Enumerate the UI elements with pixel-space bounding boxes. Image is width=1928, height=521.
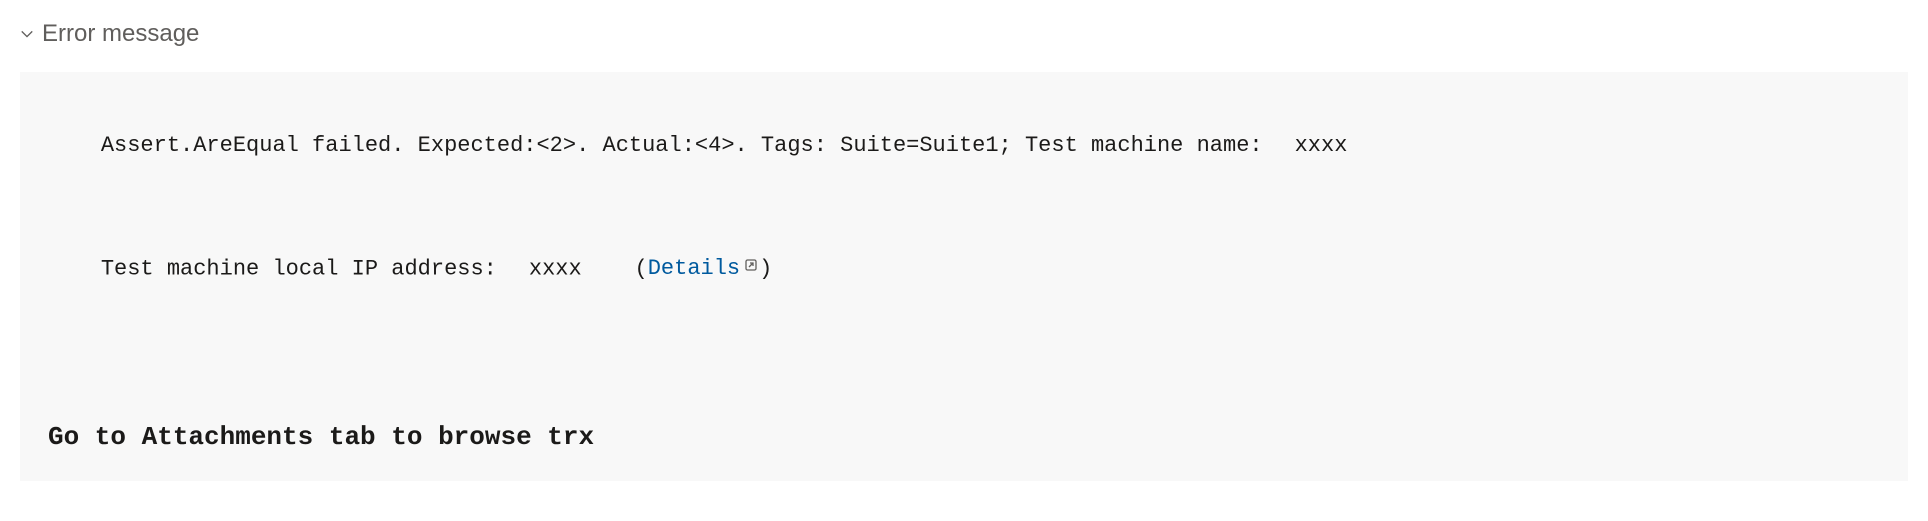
error-line-1-text: Assert.AreEqual failed. Expected:<2>. Ac… [101,133,1263,158]
details-close-paren: ) [759,256,772,281]
details-link-label: Details [648,256,740,281]
error-section-header[interactable]: Error message [20,20,1908,48]
attachments-hint: Go to Attachments tab to browse trx [48,418,1880,457]
chevron-down-icon [20,27,34,41]
test-machine-name-value: xxxx [1295,133,1348,158]
test-machine-ip-value: xxxx [529,256,582,281]
section-title: Error message [42,20,199,48]
navigate-external-icon [743,251,759,284]
error-line-2: Test machine local IP address: xxxx (Deta… [48,219,1880,318]
details-link[interactable]: Details [648,256,759,281]
error-line-1: Assert.AreEqual failed. Expected:<2>. Ac… [48,96,1880,195]
error-line-2-text: Test machine local IP address: [101,256,497,281]
error-message-panel: Assert.AreEqual failed. Expected:<2>. Ac… [20,72,1908,481]
details-open-paren: ( [635,256,648,281]
